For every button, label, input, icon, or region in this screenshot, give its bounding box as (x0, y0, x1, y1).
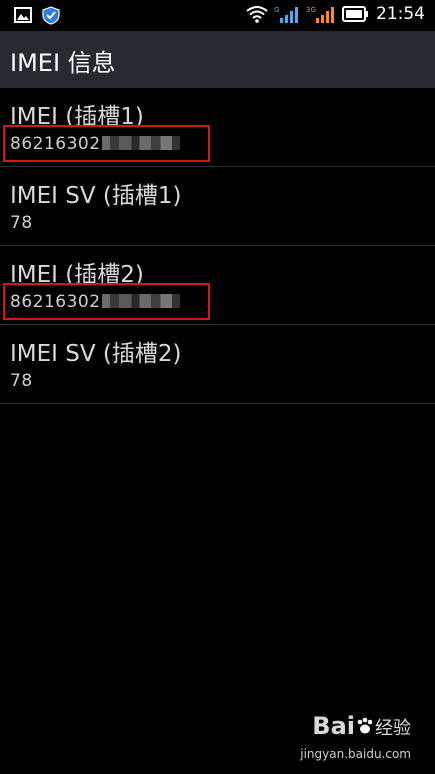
item-label: IMEI SV (插槽2) (10, 341, 182, 367)
list-item-imei-sv-slot1: IMEI SV (插槽1) 78 (0, 167, 435, 246)
status-bar: G 3G 21:54 (0, 0, 435, 31)
signal-sim1-icon: G (274, 6, 298, 23)
imei-list: IMEI (插槽1) 86216302 IMEI SV (插槽1) 78 IME… (0, 88, 435, 404)
highlight-box (3, 283, 210, 320)
page-title: IMEI 信息 (10, 49, 116, 77)
item-label: IMEI SV (插槽1) (10, 183, 182, 209)
battery-icon (342, 6, 368, 22)
app-bar: IMEI 信息 (0, 31, 435, 88)
status-time: 21:54 (376, 4, 425, 24)
gallery-notification-icon (14, 7, 32, 23)
list-item-imei-sv-slot2: IMEI SV (插槽2) 78 (0, 325, 435, 404)
signal-3g-sim2-icon: 3G (306, 6, 334, 23)
paw-icon (357, 717, 373, 734)
highlight-box (3, 125, 210, 162)
list-item-imei-slot1: IMEI (插槽1) 86216302 (0, 88, 435, 167)
item-value: 78 (10, 213, 33, 233)
baidu-watermark: Bai 经验 (312, 712, 411, 740)
wifi-icon (246, 6, 268, 23)
watermark-url: jingyan.baidu.com (300, 747, 411, 761)
item-value: 78 (10, 371, 33, 391)
svg-text:3G: 3G (306, 6, 316, 14)
list-item-imei-slot2: IMEI (插槽2) 86216302 (0, 246, 435, 325)
svg-text:G: G (274, 6, 279, 14)
shield-notification-icon (42, 6, 60, 25)
